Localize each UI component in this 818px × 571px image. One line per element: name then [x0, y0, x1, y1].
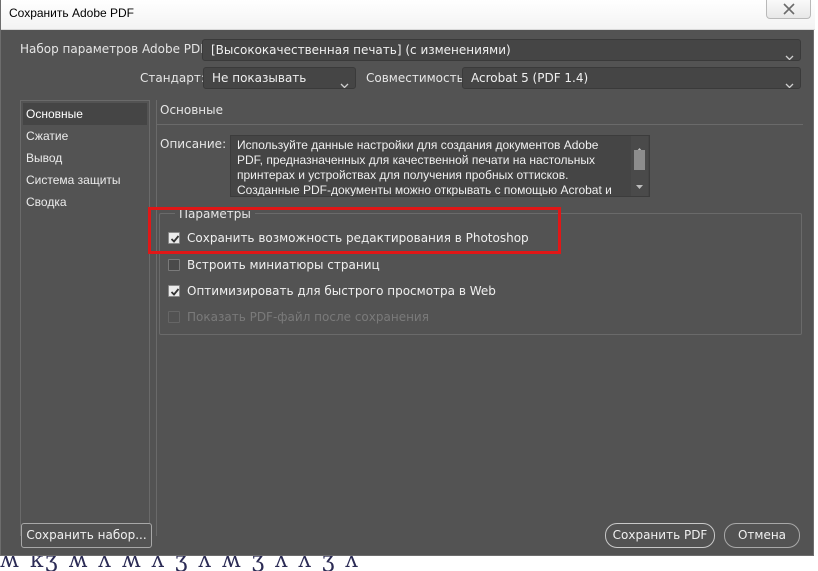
save-adobe-pdf-dialog: Сохранить Adobe PDF Набор параметров Ado…	[0, 0, 815, 556]
embed-page-thumbnails-checkbox[interactable]	[168, 259, 180, 271]
chevron-down-icon	[340, 75, 349, 88]
save-pdf-button[interactable]: Сохранить PDF	[605, 523, 715, 548]
standard-label: Стандарт:	[140, 71, 205, 85]
description-scrollbar[interactable]	[631, 136, 648, 196]
sidebar-item-summary[interactable]: Сводка	[21, 191, 149, 213]
description-text[interactable]: Используйте данные настройки для создани…	[230, 135, 650, 197]
sidebar-item-general[interactable]: Основные	[23, 103, 147, 125]
window-title: Сохранить Adobe PDF	[9, 6, 134, 20]
preset-value: [Высококачественная печать] (с изменения…	[211, 43, 511, 57]
chevron-down-icon	[785, 47, 794, 60]
description-label: Описание:	[160, 137, 227, 151]
compatibility-dropdown[interactable]: Acrobat 5 (PDF 1.4)	[462, 67, 801, 89]
view-pdf-after-saving-label: Показать PDF-файл после сохранения	[187, 310, 429, 324]
standard-value: Не показывать	[212, 71, 307, 85]
optimize-fast-web-view-checkbox[interactable]	[168, 285, 180, 297]
red-highlight-annotation	[148, 207, 561, 254]
title-bar: Сохранить Adobe PDF	[1, 0, 815, 30]
sidebar-item-security[interactable]: Система защиты	[21, 169, 149, 191]
compatibility-value: Acrobat 5 (PDF 1.4)	[471, 71, 589, 85]
sidebar-item-compression[interactable]: Сжатие	[21, 125, 149, 147]
section-divider	[156, 124, 803, 125]
chevron-down-icon	[785, 75, 794, 88]
sidebar-item-output[interactable]: Вывод	[21, 147, 149, 169]
save-preset-button[interactable]: Сохранить набор...	[21, 523, 152, 548]
sidebar: Основные Сжатие Вывод Система защиты Сво…	[20, 100, 150, 536]
embed-page-thumbnails-label[interactable]: Встроить миниатюры страниц	[187, 258, 380, 272]
cancel-button[interactable]: Отмена	[724, 523, 800, 548]
close-button[interactable]	[766, 0, 811, 19]
view-pdf-after-saving-checkbox	[168, 311, 180, 323]
preset-label: Набор параметров Adobe PDF:	[20, 42, 211, 56]
compatibility-label: Совместимость:	[366, 71, 468, 85]
optimize-fast-web-view-label[interactable]: Оптимизировать для быстрого просмотра в …	[187, 284, 496, 298]
preset-dropdown[interactable]: [Высококачественная печать] (с изменения…	[202, 39, 801, 61]
standard-dropdown[interactable]: Не показывать	[203, 67, 356, 89]
scroll-down-icon[interactable]	[635, 175, 644, 194]
scroll-thumb[interactable]	[634, 150, 645, 170]
section-title: Основные	[160, 103, 224, 117]
